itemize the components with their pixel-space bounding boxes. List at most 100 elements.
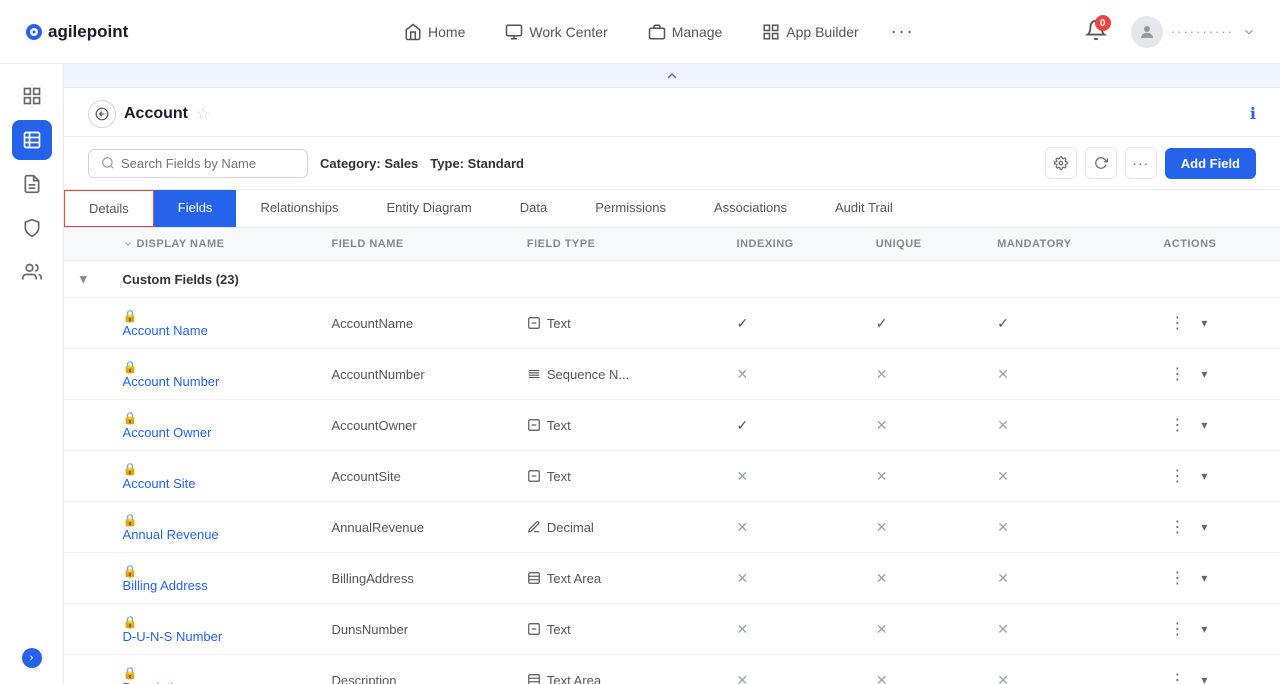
check-icon: ✓ xyxy=(997,315,1009,331)
cell-mandatory: ✕ xyxy=(981,553,1147,604)
more-dots-icon: ··· xyxy=(891,21,915,42)
row-expand-button[interactable]: ▾ xyxy=(1195,620,1213,638)
nav-work-center[interactable]: Work Center xyxy=(489,15,623,49)
cell-unique: ✕ xyxy=(860,553,981,604)
row-expand-button[interactable]: ▾ xyxy=(1195,314,1213,332)
sequence-type-icon xyxy=(527,367,541,381)
x-icon: ✕ xyxy=(737,468,749,484)
cell-mandatory: ✕ xyxy=(981,604,1147,655)
sidebar-item-dashboard[interactable] xyxy=(12,76,52,116)
sidebar-item-fields[interactable] xyxy=(12,120,52,160)
category-value: Sales xyxy=(384,156,418,171)
tab-entity-diagram[interactable]: Entity Diagram xyxy=(362,190,495,227)
row-more-button[interactable]: ⋮ xyxy=(1163,362,1191,386)
settings-button[interactable] xyxy=(1045,147,1077,179)
nav-more-button[interactable]: ··· xyxy=(883,13,923,50)
nav-home[interactable]: Home xyxy=(388,15,481,49)
notification-button[interactable]: 0 xyxy=(1077,11,1115,52)
cell-indexing: ✕ xyxy=(721,349,860,400)
field-link-account-name[interactable]: Account Name xyxy=(123,323,300,338)
field-link-description[interactable]: Description xyxy=(123,680,300,684)
search-icon xyxy=(101,156,115,170)
sidebar-item-security[interactable] xyxy=(12,208,52,248)
cell-actions: ⋮ ▾ xyxy=(1147,553,1280,604)
row-actions: ⋮ ▾ xyxy=(1163,566,1264,590)
refresh-button[interactable] xyxy=(1085,147,1117,179)
info-button[interactable]: ℹ xyxy=(1250,106,1256,123)
back-button[interactable] xyxy=(88,100,116,128)
search-input[interactable] xyxy=(121,156,281,171)
tab-audit-trail[interactable]: Audit Trail xyxy=(811,190,917,227)
field-link-duns-number[interactable]: D-U-N-S Number xyxy=(123,629,300,644)
top-nav: agilepoint Home Work Center Manage Ap xyxy=(0,0,1280,64)
row-more-button[interactable]: ⋮ xyxy=(1163,464,1191,488)
row-more-button[interactable]: ⋮ xyxy=(1163,413,1191,437)
field-link-billing-address[interactable]: Billing Address xyxy=(123,578,300,593)
text-type-icon xyxy=(527,622,541,636)
collapse-bar[interactable] xyxy=(64,64,1280,88)
row-actions: ⋮ ▾ xyxy=(1163,617,1264,641)
row-more-button[interactable]: ⋮ xyxy=(1163,668,1191,684)
row-indent xyxy=(64,349,107,400)
more-options-icon: ··· xyxy=(1132,155,1149,171)
x-icon: ✕ xyxy=(876,366,888,382)
col-field-name: FIELD NAME xyxy=(315,228,510,261)
row-expand-button[interactable]: ▾ xyxy=(1195,518,1213,536)
refresh-icon xyxy=(1094,156,1108,170)
field-link-account-number[interactable]: Account Number xyxy=(123,374,300,389)
row-expand-button[interactable]: ▾ xyxy=(1195,416,1213,434)
sidebar-item-groups[interactable] xyxy=(12,252,52,292)
row-more-button[interactable]: ⋮ xyxy=(1163,515,1191,539)
tab-details[interactable]: Details xyxy=(64,190,154,227)
row-actions: ⋮ ▾ xyxy=(1163,413,1264,437)
add-field-button[interactable]: Add Field xyxy=(1165,148,1256,179)
sidebar-item-audit[interactable] xyxy=(12,164,52,204)
text-type-icon xyxy=(527,469,541,483)
tab-associations[interactable]: Associations xyxy=(690,190,811,227)
logo-svg: agilepoint xyxy=(24,14,154,50)
nav-app-builder[interactable]: App Builder xyxy=(746,15,874,49)
row-expand-button[interactable]: ▾ xyxy=(1195,365,1213,383)
cell-mandatory: ✓ xyxy=(981,298,1147,349)
content-area: Account ☆ ℹ Category: Sales Type: xyxy=(64,64,1280,684)
row-expand-button[interactable]: ▾ xyxy=(1195,467,1213,485)
table-row: 🔒 Account Owner AccountOwner Text ✓ xyxy=(64,400,1280,451)
favorite-button[interactable]: ☆ xyxy=(196,104,210,124)
field-link-account-owner[interactable]: Account Owner xyxy=(123,425,300,440)
nav-home-label: Home xyxy=(428,24,465,40)
table-row: 🔒 Description Description Text Area ✕ xyxy=(64,655,1280,684)
group-expand-icon[interactable]: ▾ xyxy=(80,271,87,286)
app-wrapper: agilepoint Home Work Center Manage Ap xyxy=(0,0,1280,684)
row-more-button[interactable]: ⋮ xyxy=(1163,311,1191,335)
row-more-button[interactable]: ⋮ xyxy=(1163,617,1191,641)
nav-manage[interactable]: Manage xyxy=(632,15,739,49)
group-expand-cell[interactable]: ▾ xyxy=(64,261,107,298)
user-menu[interactable]: ·········· xyxy=(1131,16,1256,48)
field-link-account-site[interactable]: Account Site xyxy=(123,476,300,491)
more-options-button[interactable]: ··· xyxy=(1125,147,1157,179)
filter-actions: ··· Add Field xyxy=(1045,147,1256,179)
row-expand-button[interactable]: ▾ xyxy=(1195,671,1213,684)
field-link-annual-revenue[interactable]: Annual Revenue xyxy=(123,527,300,542)
cell-display-name: 🔒 Description xyxy=(107,655,316,684)
cell-field-name: AccountNumber xyxy=(315,349,510,400)
table-group-row: ▾ Custom Fields (23) xyxy=(64,261,1280,298)
cell-mandatory: ✕ xyxy=(981,451,1147,502)
cell-field-type: Sequence N... xyxy=(511,349,721,400)
x-icon: ✕ xyxy=(737,519,749,535)
tab-permissions[interactable]: Permissions xyxy=(571,190,690,227)
row-more-button[interactable]: ⋮ xyxy=(1163,566,1191,590)
cell-unique: ✕ xyxy=(860,400,981,451)
cell-actions: ⋮ ▾ xyxy=(1147,655,1280,684)
tab-data[interactable]: Data xyxy=(496,190,571,227)
tab-relationships[interactable]: Relationships xyxy=(236,190,362,227)
x-icon: ✕ xyxy=(876,570,888,586)
col-display-name[interactable]: DISPLAY NAME xyxy=(107,228,316,261)
tab-fields[interactable]: Fields xyxy=(154,190,237,227)
cell-indexing: ✕ xyxy=(721,655,860,684)
type-value: Standard xyxy=(468,156,524,171)
fields-table: DISPLAY NAME FIELD NAME FIELD TYPE INDEX… xyxy=(64,228,1280,684)
sidebar-expand-button[interactable]: › xyxy=(22,648,42,668)
x-icon: ✕ xyxy=(876,417,888,433)
row-expand-button[interactable]: ▾ xyxy=(1195,569,1213,587)
